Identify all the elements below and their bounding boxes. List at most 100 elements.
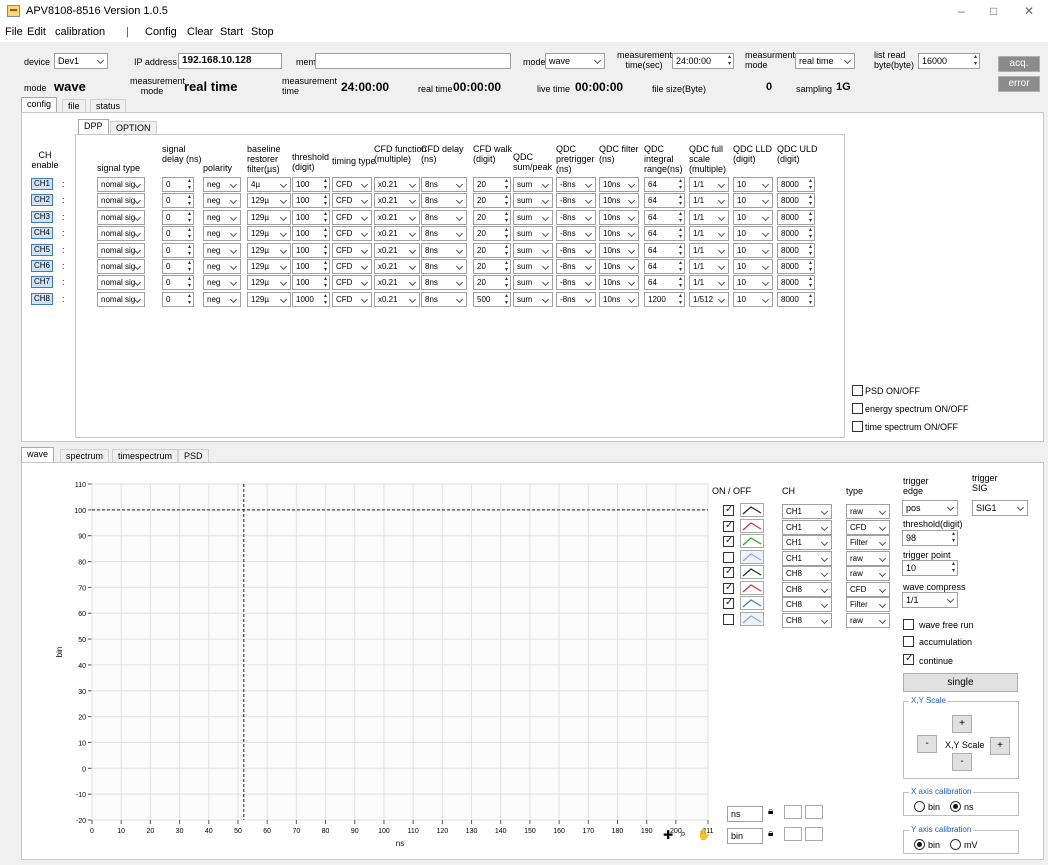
cell-ch1-0[interactable]: nomal sig xyxy=(97,177,145,192)
cell-ch5-7[interactable]: 8ns xyxy=(421,242,467,258)
cell-ch5-4[interactable]: 100 xyxy=(292,242,330,258)
cell-ch6-11[interactable]: 10ns xyxy=(599,259,639,274)
scale-left-button[interactable]: - xyxy=(917,735,937,753)
cell-ch8-1[interactable]: 0 xyxy=(162,291,194,307)
ch-enable-button-7[interactable]: CH7 xyxy=(31,276,53,289)
cell-ch7-7[interactable]: 8ns xyxy=(421,275,467,291)
trace-type-select-1[interactable]: CFD xyxy=(846,519,890,535)
cell-ch7-5[interactable]: CFD xyxy=(332,275,372,291)
cell-ch7-10[interactable]: -8ns xyxy=(556,275,596,291)
tab-psd[interactable]: PSD xyxy=(178,449,209,463)
cell-ch4-10[interactable]: -8ns xyxy=(556,226,596,242)
cell-ch2-1[interactable]: 0 xyxy=(162,193,194,209)
cell-ch2-7[interactable]: 8ns xyxy=(421,193,467,209)
trace-type-select-0[interactable]: raw xyxy=(846,504,890,519)
cell-ch5-15[interactable]: 8000 xyxy=(777,242,815,258)
cell-ch3-7[interactable]: 8ns xyxy=(421,209,467,225)
scale-right-button[interactable]: + xyxy=(990,737,1010,755)
cell-ch7-13[interactable]: 1/1 xyxy=(689,275,729,291)
trace-checkbox-2[interactable] xyxy=(723,535,734,547)
cell-ch3-2[interactable]: neg xyxy=(203,209,241,225)
trace-checkbox-5[interactable] xyxy=(723,582,734,594)
cell-ch5-0[interactable]: nomal sig xyxy=(97,242,145,258)
cell-ch4-1[interactable]: 0 xyxy=(162,226,194,242)
trace-ch-select-2[interactable]: CH1 xyxy=(782,535,832,550)
cell-ch7-11[interactable]: 10ns xyxy=(599,275,639,291)
cell-ch5-1[interactable]: 0 xyxy=(162,242,194,258)
cell-ch5-14[interactable]: 10 xyxy=(733,242,773,258)
trigger-edge-select[interactable]: pos xyxy=(902,500,958,516)
wave-chart[interactable]: 1101009080706050403020100-10-200 10 20 30 40… xyxy=(52,476,714,848)
continue-checkbox[interactable] xyxy=(903,653,914,665)
cell-ch6-0[interactable]: nomal sig xyxy=(97,259,145,274)
cell-ch8-11[interactable]: 10ns xyxy=(599,291,639,307)
trace-type-select-3[interactable]: raw xyxy=(846,550,890,566)
cell-ch2-10[interactable]: -8ns xyxy=(556,193,596,209)
accumulation-checkbox[interactable] xyxy=(903,636,914,647)
cell-ch4-6[interactable]: x0.21 xyxy=(374,226,420,242)
cell-ch1-15[interactable]: 8000 xyxy=(777,177,815,192)
tab-spectrum[interactable]: spectrum xyxy=(60,449,110,463)
cell-ch2-15[interactable]: 8000 xyxy=(777,193,815,209)
cell-ch8-2[interactable]: neg xyxy=(203,291,241,307)
cell-ch6-1[interactable]: 0 xyxy=(162,259,194,274)
trace-checkbox-7[interactable] xyxy=(723,613,734,625)
option-checkbox-2[interactable] xyxy=(852,421,863,432)
cell-ch2-6[interactable]: x0.21 xyxy=(374,193,420,209)
cell-ch3-14[interactable]: 10 xyxy=(733,209,773,225)
cell-ch8-0[interactable]: nomal sig xyxy=(97,291,145,307)
tab-option[interactable]: OPTION xyxy=(110,121,157,135)
cell-ch1-14[interactable]: 10 xyxy=(733,177,773,192)
cell-ch5-9[interactable]: sum xyxy=(513,242,553,258)
cell-ch1-7[interactable]: 8ns xyxy=(421,177,467,192)
menu-file[interactable]: File xyxy=(5,26,23,38)
cell-ch6-3[interactable]: 129µ xyxy=(247,259,291,274)
cell-ch3-5[interactable]: CFD xyxy=(332,209,372,225)
trigger-sig-select[interactable]: SIG1 xyxy=(972,500,1028,516)
cell-ch8-14[interactable]: 10 xyxy=(733,291,773,307)
cell-ch4-9[interactable]: sum xyxy=(513,226,553,242)
trace-checkbox-4[interactable] xyxy=(723,566,734,578)
maximize-button[interactable]: □ xyxy=(990,4,997,18)
cell-ch6-9[interactable]: sum xyxy=(513,259,553,274)
cell-ch7-2[interactable]: neg xyxy=(203,275,241,291)
cell-ch3-10[interactable]: -8ns xyxy=(556,209,596,225)
cell-ch7-3[interactable]: 129µ xyxy=(247,275,291,291)
cell-ch5-13[interactable]: 1/1 xyxy=(689,242,729,258)
cell-ch7-1[interactable]: 0 xyxy=(162,275,194,291)
y-cal-bin-radio[interactable] xyxy=(914,839,925,850)
ch-enable-button-2[interactable]: CH2 xyxy=(31,194,53,207)
cell-ch1-5[interactable]: CFD xyxy=(332,177,372,192)
cell-ch1-2[interactable]: neg xyxy=(203,177,241,192)
cell-ch3-0[interactable]: nomal sig xyxy=(97,209,145,225)
cell-ch7-0[interactable]: nomal sig xyxy=(97,275,145,291)
cell-ch8-6[interactable]: x0.21 xyxy=(374,291,420,307)
cursor-tool-icon[interactable]: ✚ xyxy=(663,828,673,842)
cell-ch5-2[interactable]: neg xyxy=(203,242,241,258)
option-checkbox-0[interactable] xyxy=(852,385,863,396)
meas-time-spinner[interactable]: 24:00:00 xyxy=(672,53,734,69)
menu-edit[interactable]: Edit xyxy=(27,26,46,38)
cell-ch6-2[interactable]: neg xyxy=(203,259,241,274)
x-autoscale-icon[interactable] xyxy=(784,805,802,819)
wave-compress-select[interactable]: 1/1 xyxy=(902,592,958,608)
ch-enable-button-5[interactable]: CH5 xyxy=(31,243,53,256)
pan-tool-icon[interactable]: ✋ xyxy=(697,828,711,841)
trace-ch-select-4[interactable]: CH8 xyxy=(782,566,832,581)
tab-wave[interactable]: wave xyxy=(21,447,55,463)
cell-ch1-6[interactable]: x0.21 xyxy=(374,177,420,192)
cell-ch7-6[interactable]: x0.21 xyxy=(374,275,420,291)
ip-input[interactable]: 192.168.10.128 xyxy=(178,53,282,69)
cell-ch4-12[interactable]: 64 xyxy=(644,226,685,242)
x-lock-icon[interactable]: 🔒︎ xyxy=(768,806,773,817)
cell-ch4-13[interactable]: 1/1 xyxy=(689,226,729,242)
cell-ch8-15[interactable]: 8000 xyxy=(777,291,815,307)
cell-ch1-4[interactable]: 100 xyxy=(292,177,330,192)
cell-ch3-12[interactable]: 64 xyxy=(644,209,685,225)
cell-ch4-3[interactable]: 129µ xyxy=(247,226,291,242)
cell-ch6-13[interactable]: 1/1 xyxy=(689,259,729,274)
cell-ch4-11[interactable]: 10ns xyxy=(599,226,639,242)
wave-free-run-checkbox[interactable] xyxy=(903,619,914,630)
trace-checkbox-0[interactable] xyxy=(723,504,734,516)
cell-ch1-8[interactable]: 20 xyxy=(473,177,511,192)
